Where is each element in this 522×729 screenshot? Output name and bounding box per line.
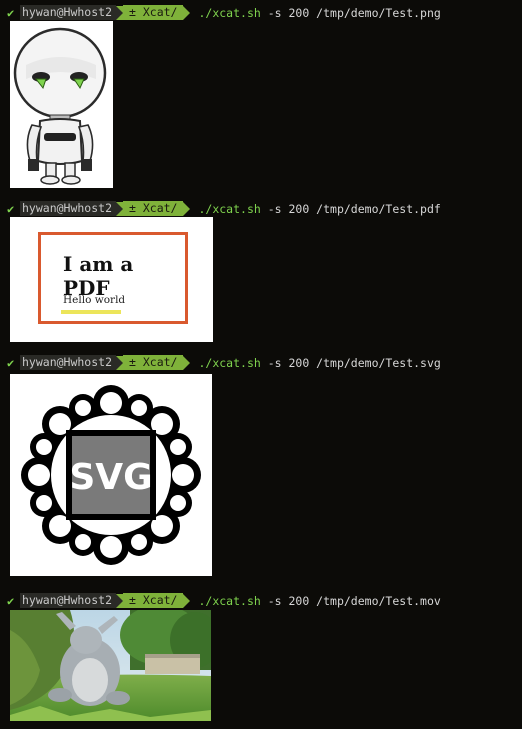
prompt-user-host: hywan@Hwhost2 — [20, 355, 117, 370]
prompt-user-host: hywan@Hwhost2 — [20, 201, 117, 216]
prompt-directory: ± Xcat/ — [123, 593, 184, 608]
robot-image — [10, 21, 113, 188]
command-args: -s 200 /tmp/demo/Test.pdf — [260, 201, 441, 216]
command-text: ./xcat.sh -s 200 /tmp/demo/Test.pdf — [198, 202, 440, 216]
prompt-line: ✔ hywan@Hwhost2 ± Xcat/ ./xcat.sh -s 200… — [7, 593, 441, 608]
svg-logo-icon: SVG — [10, 374, 212, 576]
prompt-directory: ± Xcat/ — [123, 355, 184, 370]
prompt-separator-icon — [116, 5, 124, 20]
prompt-user-host: hywan@Hwhost2 — [20, 593, 117, 608]
prompt-separator-icon — [116, 201, 124, 216]
check-icon: ✔ — [7, 5, 15, 20]
svg-logo-label: SVG — [69, 457, 152, 498]
command-executable: ./xcat.sh — [198, 593, 261, 608]
prompt-directory: ± Xcat/ — [123, 5, 184, 20]
pdf-highlight — [61, 310, 121, 314]
pdf-page-frame: I am a PDF Hello world — [38, 232, 188, 324]
video-frame-image — [10, 610, 211, 721]
prompt-line: ✔ hywan@Hwhost2 ± Xcat/ ./xcat.sh -s 200… — [7, 5, 441, 20]
svg-image-preview: SVG — [10, 374, 212, 576]
pdf-body-text: Hello world — [63, 294, 126, 306]
prompt-directory: ± Xcat/ — [123, 201, 184, 216]
prompt-line: ✔ hywan@Hwhost2 ± Xcat/ ./xcat.sh -s 200… — [7, 201, 441, 216]
command-executable: ./xcat.sh — [198, 355, 261, 370]
command-text: ./xcat.sh -s 200 /tmp/demo/Test.mov — [198, 594, 440, 608]
pdf-image-preview: I am a PDF Hello world — [10, 217, 213, 342]
command-args: -s 200 /tmp/demo/Test.mov — [260, 593, 441, 608]
prompt-separator-icon — [183, 5, 191, 20]
prompt-separator-icon — [116, 355, 124, 370]
prompt-separator-icon — [183, 593, 191, 608]
png-image-preview — [10, 21, 113, 188]
check-icon: ✔ — [7, 593, 15, 608]
prompt-line: ✔ hywan@Hwhost2 ± Xcat/ ./xcat.sh -s 200… — [7, 355, 441, 370]
command-text: ./xcat.sh -s 200 /tmp/demo/Test.png — [198, 6, 440, 20]
command-executable: ./xcat.sh — [198, 5, 261, 20]
prompt-separator-icon — [183, 355, 191, 370]
pdf-title: I am a PDF — [63, 252, 134, 300]
prompt-separator-icon — [183, 201, 191, 216]
command-text: ./xcat.sh -s 200 /tmp/demo/Test.svg — [198, 356, 440, 370]
mov-video-frame-preview — [10, 610, 211, 721]
command-args: -s 200 /tmp/demo/Test.png — [260, 5, 441, 20]
check-icon: ✔ — [7, 355, 15, 370]
check-icon: ✔ — [7, 201, 15, 216]
prompt-separator-icon — [116, 593, 124, 608]
terminal-window[interactable]: ✔ hywan@Hwhost2 ± Xcat/ ./xcat.sh -s 200… — [0, 0, 522, 729]
prompt-user-host: hywan@Hwhost2 — [20, 5, 117, 20]
command-args: -s 200 /tmp/demo/Test.svg — [260, 355, 441, 370]
command-executable: ./xcat.sh — [198, 201, 261, 216]
